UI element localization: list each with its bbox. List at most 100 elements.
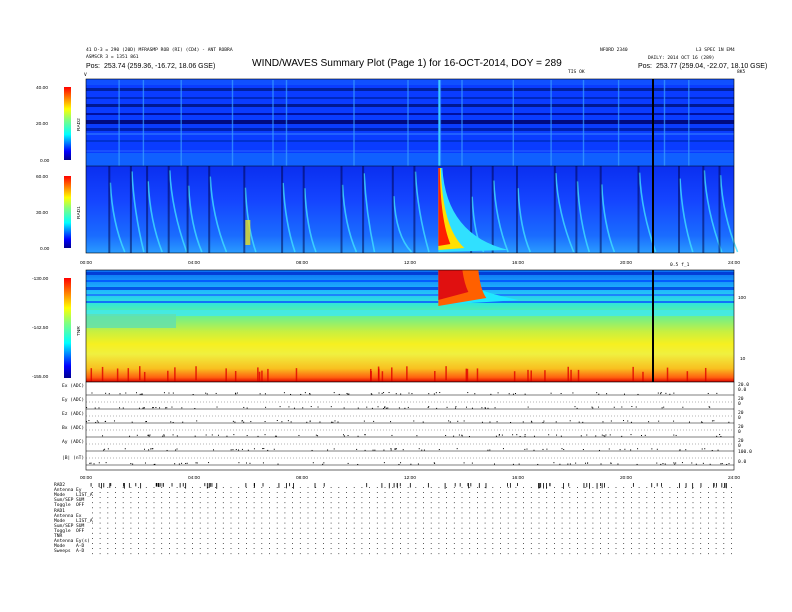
status-dot [453,502,455,504]
status-dot [453,538,455,539]
status-dot [600,512,601,514]
status-dot [600,497,601,498]
status-dot [723,487,725,488]
status-tick [596,483,598,489]
status-dot [584,548,586,549]
status-dot [99,532,101,534]
rad2-burst [663,80,666,166]
time-tick-label-bottom: 08:00 [296,475,308,481]
status-dot [700,507,702,509]
status-dot [561,532,563,534]
mini-series-dot [196,420,198,422]
status-dot [99,527,101,529]
mini-series-dot [449,421,451,423]
mini-series-dot [453,435,455,437]
mini-series-dot [661,407,663,409]
status-dot [376,527,378,529]
tnr-spike [101,366,104,381]
status-dot [253,548,255,549]
tnr-early-band [86,314,176,328]
status-tick [208,483,210,488]
status-dot [615,543,617,544]
status-dot [446,507,447,509]
status-dot [677,487,678,488]
status-dot [677,507,678,509]
mini-series-dot [250,421,252,423]
status-dot [554,502,555,504]
status-dot [538,538,540,539]
status-dot [161,497,163,498]
mini-series-dot [524,393,526,395]
status-dot [315,527,317,529]
status-dot [492,502,494,504]
status-dot [122,512,124,514]
status-dot [230,548,232,549]
status-dot [461,492,463,493]
status-dot [554,538,555,539]
mini-series-dot [518,463,520,465]
status-dot [615,487,617,488]
tnr-spike [225,368,227,383]
status-dot [284,497,286,498]
status-dot [330,522,332,524]
mini-series-dot [205,434,207,436]
status-dot [138,522,139,524]
status-dot [638,502,640,504]
status-dot [284,543,286,544]
rad1-dark-stripe [718,166,721,253]
status-dot [507,497,509,498]
status-dot [530,532,532,534]
status-dot [199,512,201,514]
status-dot [477,502,478,504]
mini-series-dot [91,392,93,394]
mini-series-dot [178,463,180,465]
status-dot [176,532,178,534]
status-dot [384,543,386,544]
status-dot [269,492,270,493]
tnr-spike [174,367,176,382]
rad2-scale-bot: 0.00 [40,158,50,164]
status-dot [315,522,317,524]
rad2-burst [142,80,145,166]
rad1-dark-stripe [302,166,305,253]
status-dot [623,543,625,544]
status-dot [700,487,702,488]
mini-series-dot [455,406,457,408]
status-dot [392,553,394,555]
mini-series-dot [262,462,264,464]
status-dot [246,522,247,524]
mini-series-dot [267,449,269,451]
status-dot [438,543,440,544]
rad2-band [86,140,734,142]
status-dot [153,527,155,529]
status-dot [215,522,216,524]
status-dot [384,553,386,555]
mini-series-dot [182,421,184,423]
status-dot [631,532,632,534]
status-dot [284,522,286,524]
status-dot [430,522,432,524]
status-dot [99,548,101,549]
status-dot [145,517,147,519]
status-dot [346,502,347,504]
mini-series-dot [298,434,300,436]
mini-series-dot [334,420,336,422]
mini-series-dot [152,448,154,450]
mini-series-dot [553,462,555,464]
status-dot [400,553,401,555]
rad1-dark-stripe [208,166,211,253]
status-dot [615,517,617,519]
status-dot [192,502,193,504]
status-dot [492,512,494,514]
status-dot [261,497,263,498]
mini-series-dot [497,392,499,394]
status-tick [725,483,727,489]
mini-series-dot [122,407,124,409]
status-dot [392,502,394,504]
tnr-band [86,280,734,282]
mini-series-dot [489,421,491,423]
status-dot [546,507,548,509]
mini-series-dot [595,435,597,437]
status-dot [169,487,170,488]
status-dot [453,527,455,529]
